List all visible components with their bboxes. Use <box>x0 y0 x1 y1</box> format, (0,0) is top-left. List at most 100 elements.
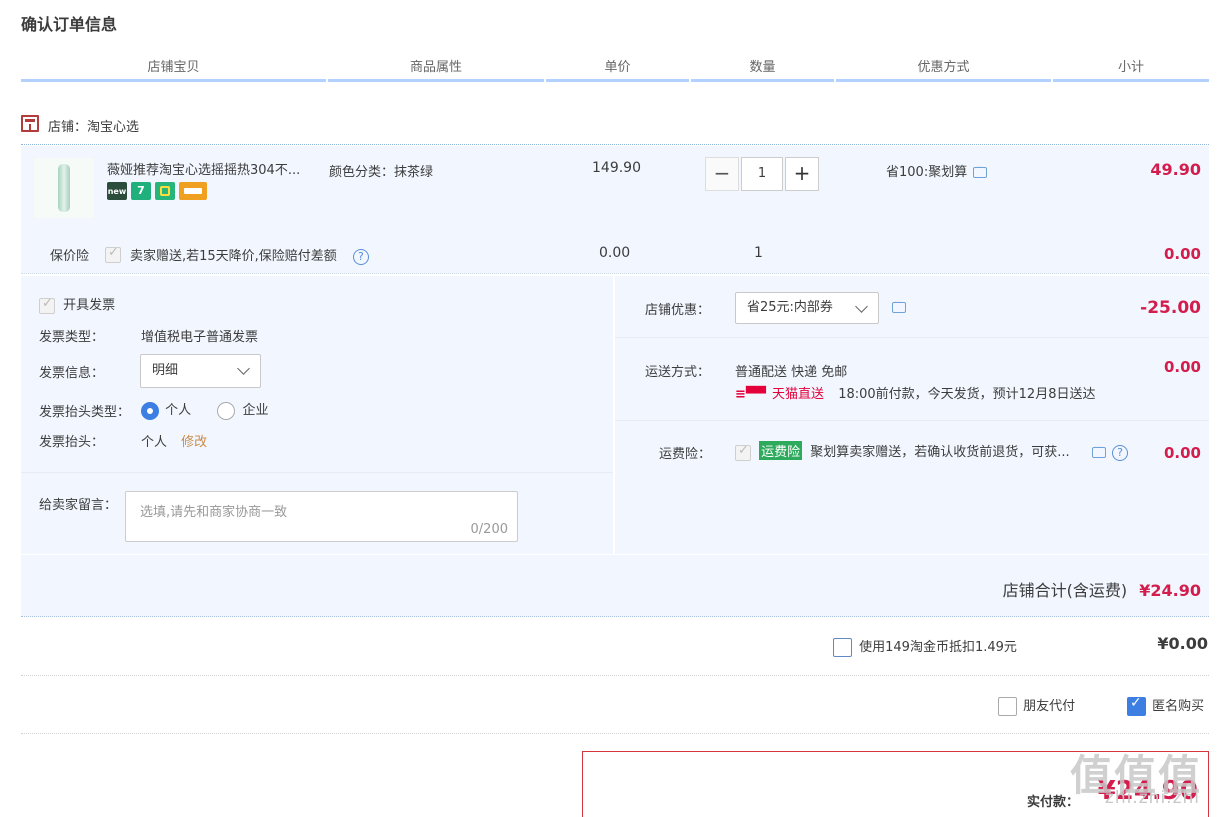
chevron-down-icon <box>237 362 250 375</box>
chat-icon[interactable] <box>973 163 988 178</box>
quantity-stepper: − 1 + <box>705 157 819 191</box>
freight-insurance-amount: 0.00 <box>1163 444 1201 462</box>
product-unit-price: 149.90 <box>592 160 641 176</box>
invoice-header-type-label: 发票抬头类型： <box>39 405 131 420</box>
invoice-checkbox[interactable] <box>39 296 55 314</box>
divider <box>21 675 1209 676</box>
invoice-header-value-group: 个人 修改 <box>141 431 207 450</box>
radio-company[interactable] <box>217 401 236 420</box>
quantity-input[interactable]: 1 <box>741 157 783 191</box>
message-counter: 0/200 <box>470 522 508 537</box>
store-discount-label: 店铺优惠： <box>645 303 711 318</box>
help-icon[interactable]: ? <box>1111 444 1128 461</box>
anonymous-label: 匿名购买 <box>1152 699 1205 714</box>
divider <box>21 733 1209 734</box>
column-header-discount: 优惠方式 <box>836 58 1051 82</box>
item-subtotal: 49.90 <box>1150 160 1201 179</box>
chat-icon[interactable] <box>1091 443 1106 458</box>
store-discount-select[interactable]: 省25元:内部券 <box>735 292 879 324</box>
store-total-label: 店铺合计(含运费) <box>1002 581 1128 600</box>
store-row: 店铺：淘宝心选 <box>21 112 1209 145</box>
column-header-unit-price: 单价 <box>546 58 689 82</box>
freight-insurance-row: 运费险 聚划算卖家赠送，若确认收货前退货，可获... ? <box>735 441 1128 461</box>
invoice-toggle[interactable]: 开具发票 <box>39 294 115 314</box>
invoice-info-select[interactable]: 明细 <box>140 354 261 388</box>
shipping-method: 普通配送 快递 免邮 <box>735 365 848 380</box>
freight-insurance-label: 运费险： <box>659 447 712 462</box>
7-day-return-badge-icon: 7 <box>131 182 151 200</box>
invoice-toggle-label: 开具发票 <box>63 298 116 313</box>
radio-company-label: 企业 <box>242 403 269 418</box>
column-header-subtotal: 小计 <box>1053 58 1209 82</box>
freight-insurance-badge: 运费险 <box>759 441 803 460</box>
freight-insurance-checkbox[interactable] <box>735 443 751 461</box>
shipping-panel: 店铺优惠： 省25元:内部券 -25.00 运送方式： 普通配送 快递 免邮 ≡… <box>615 276 1209 554</box>
radio-personal[interactable] <box>141 401 159 420</box>
insurance-label: 保价险 <box>50 249 90 264</box>
insurance-text: 卖家赠送,若15天降价,保险赔付差额 ? <box>130 245 369 265</box>
message-label: 给卖家留言： <box>39 498 118 513</box>
invoice-header-label: 发票抬头： <box>39 435 105 450</box>
store-total: 店铺合计(含运费) ¥24.90 <box>1003 577 1201 601</box>
product-spec: 颜色分类：抹茶绿 <box>329 165 434 180</box>
chevron-down-icon <box>855 300 868 313</box>
message-textarea[interactable]: 选填,请先和商家协商一致 0/200 <box>125 491 518 542</box>
invoice-edit-link[interactable]: 修改 <box>181 435 207 450</box>
friend-pay-checkbox[interactable] <box>998 697 1017 716</box>
insurance-price: 0.00 <box>599 245 631 261</box>
invoice-info-label: 发票信息： <box>39 366 105 381</box>
anonymous-option: 匿名购买 <box>1127 695 1204 716</box>
table-header: 店铺宝贝 商品属性 单价 数量 优惠方式 小计 <box>21 58 1209 82</box>
discount-method: 省100:聚划算 <box>886 161 988 180</box>
divider <box>615 420 1209 421</box>
quantity-plus-button[interactable]: + <box>785 157 819 191</box>
payment-summary: 实付款： ¥24.90 值值值 zhi.zhi.zhi <box>582 751 1209 817</box>
tmall-direct-label: 天猫直送 <box>772 387 825 402</box>
insurance-checkbox[interactable] <box>105 245 121 263</box>
quantity-minus-button[interactable]: − <box>705 157 739 191</box>
coins-amount: ¥0.00 <box>1157 634 1208 653</box>
insurance-subtotal: 0.00 <box>1163 245 1201 263</box>
store-name[interactable]: 店铺：淘宝心选 <box>48 116 139 135</box>
store-icon <box>21 115 39 132</box>
column-header-attributes: 商品属性 <box>328 58 544 82</box>
divider <box>615 337 1209 338</box>
invoice-info-value: 明细 <box>152 363 179 378</box>
shipping-eta-row: ≡▀▀ 天猫直送 18:00前付款，今天发货，预计12月8日送达 <box>735 383 1095 402</box>
friend-pay-option: 朋友代付 <box>998 695 1075 716</box>
store-total-amount: ¥24.90 <box>1139 581 1201 600</box>
friend-pay-label: 朋友代付 <box>1023 699 1076 714</box>
shipping-eta: 18:00前付款，今天发货，预计12月8日送达 <box>838 387 1096 402</box>
coins-label: 使用149淘金币抵扣1.49元 <box>859 640 1017 655</box>
column-header-store-item: 店铺宝贝 <box>21 58 326 82</box>
tmall-direct-icon: ≡▀▀ <box>735 387 766 402</box>
tmall-badge-icon <box>155 182 175 200</box>
insurance-description: 卖家赠送,若15天降价,保险赔付差额 <box>130 249 337 264</box>
new-badge-icon: new <box>107 182 127 200</box>
radio-personal-label: 个人 <box>165 403 192 418</box>
divider <box>21 472 613 473</box>
store-discount-value: 省25元:内部券 <box>747 300 833 315</box>
product-name[interactable]: 薇娅推荐淘宝心选摇摇热304不... <box>107 159 300 178</box>
freight-insurance-text: 聚划算卖家赠送，若确认收货前退货，可获... <box>810 445 1070 460</box>
discount-text: 省100:聚划算 <box>886 165 968 180</box>
watermark-text: zhi.zhi.zhi <box>1104 788 1200 808</box>
anonymous-checkbox[interactable] <box>1127 695 1146 716</box>
chat-icon[interactable] <box>892 298 906 313</box>
shipping-label: 运送方式： <box>645 365 711 380</box>
product-thumbnail[interactable] <box>34 158 94 218</box>
message-placeholder: 选填,请先和商家协商一致 <box>140 505 288 520</box>
invoice-panel: 开具发票 发票类型： 增值税电子普通发票 发票信息： 明细 发票抬头类型： 个人… <box>21 276 613 554</box>
invoice-type-label: 发票类型： <box>39 330 105 345</box>
order-item-row: 薇娅推荐淘宝心选摇摇热304不... new 7 颜色分类：抹茶绿 149.90… <box>21 146 1209 274</box>
column-header-quantity: 数量 <box>691 58 834 82</box>
invoice-header-type-options: 个人 企业 <box>141 399 268 420</box>
shipping-amount: 0.00 <box>1163 358 1201 376</box>
coins-row: 使用149淘金币抵扣1.49元 <box>833 636 1017 657</box>
insurance-quantity: 1 <box>754 245 763 261</box>
coins-checkbox[interactable] <box>833 638 852 657</box>
invoice-header-value: 个人 <box>141 435 168 450</box>
product-badges: new 7 <box>107 182 207 200</box>
invoice-type-value: 增值税电子普通发票 <box>141 330 259 345</box>
help-icon[interactable]: ? <box>352 248 369 265</box>
